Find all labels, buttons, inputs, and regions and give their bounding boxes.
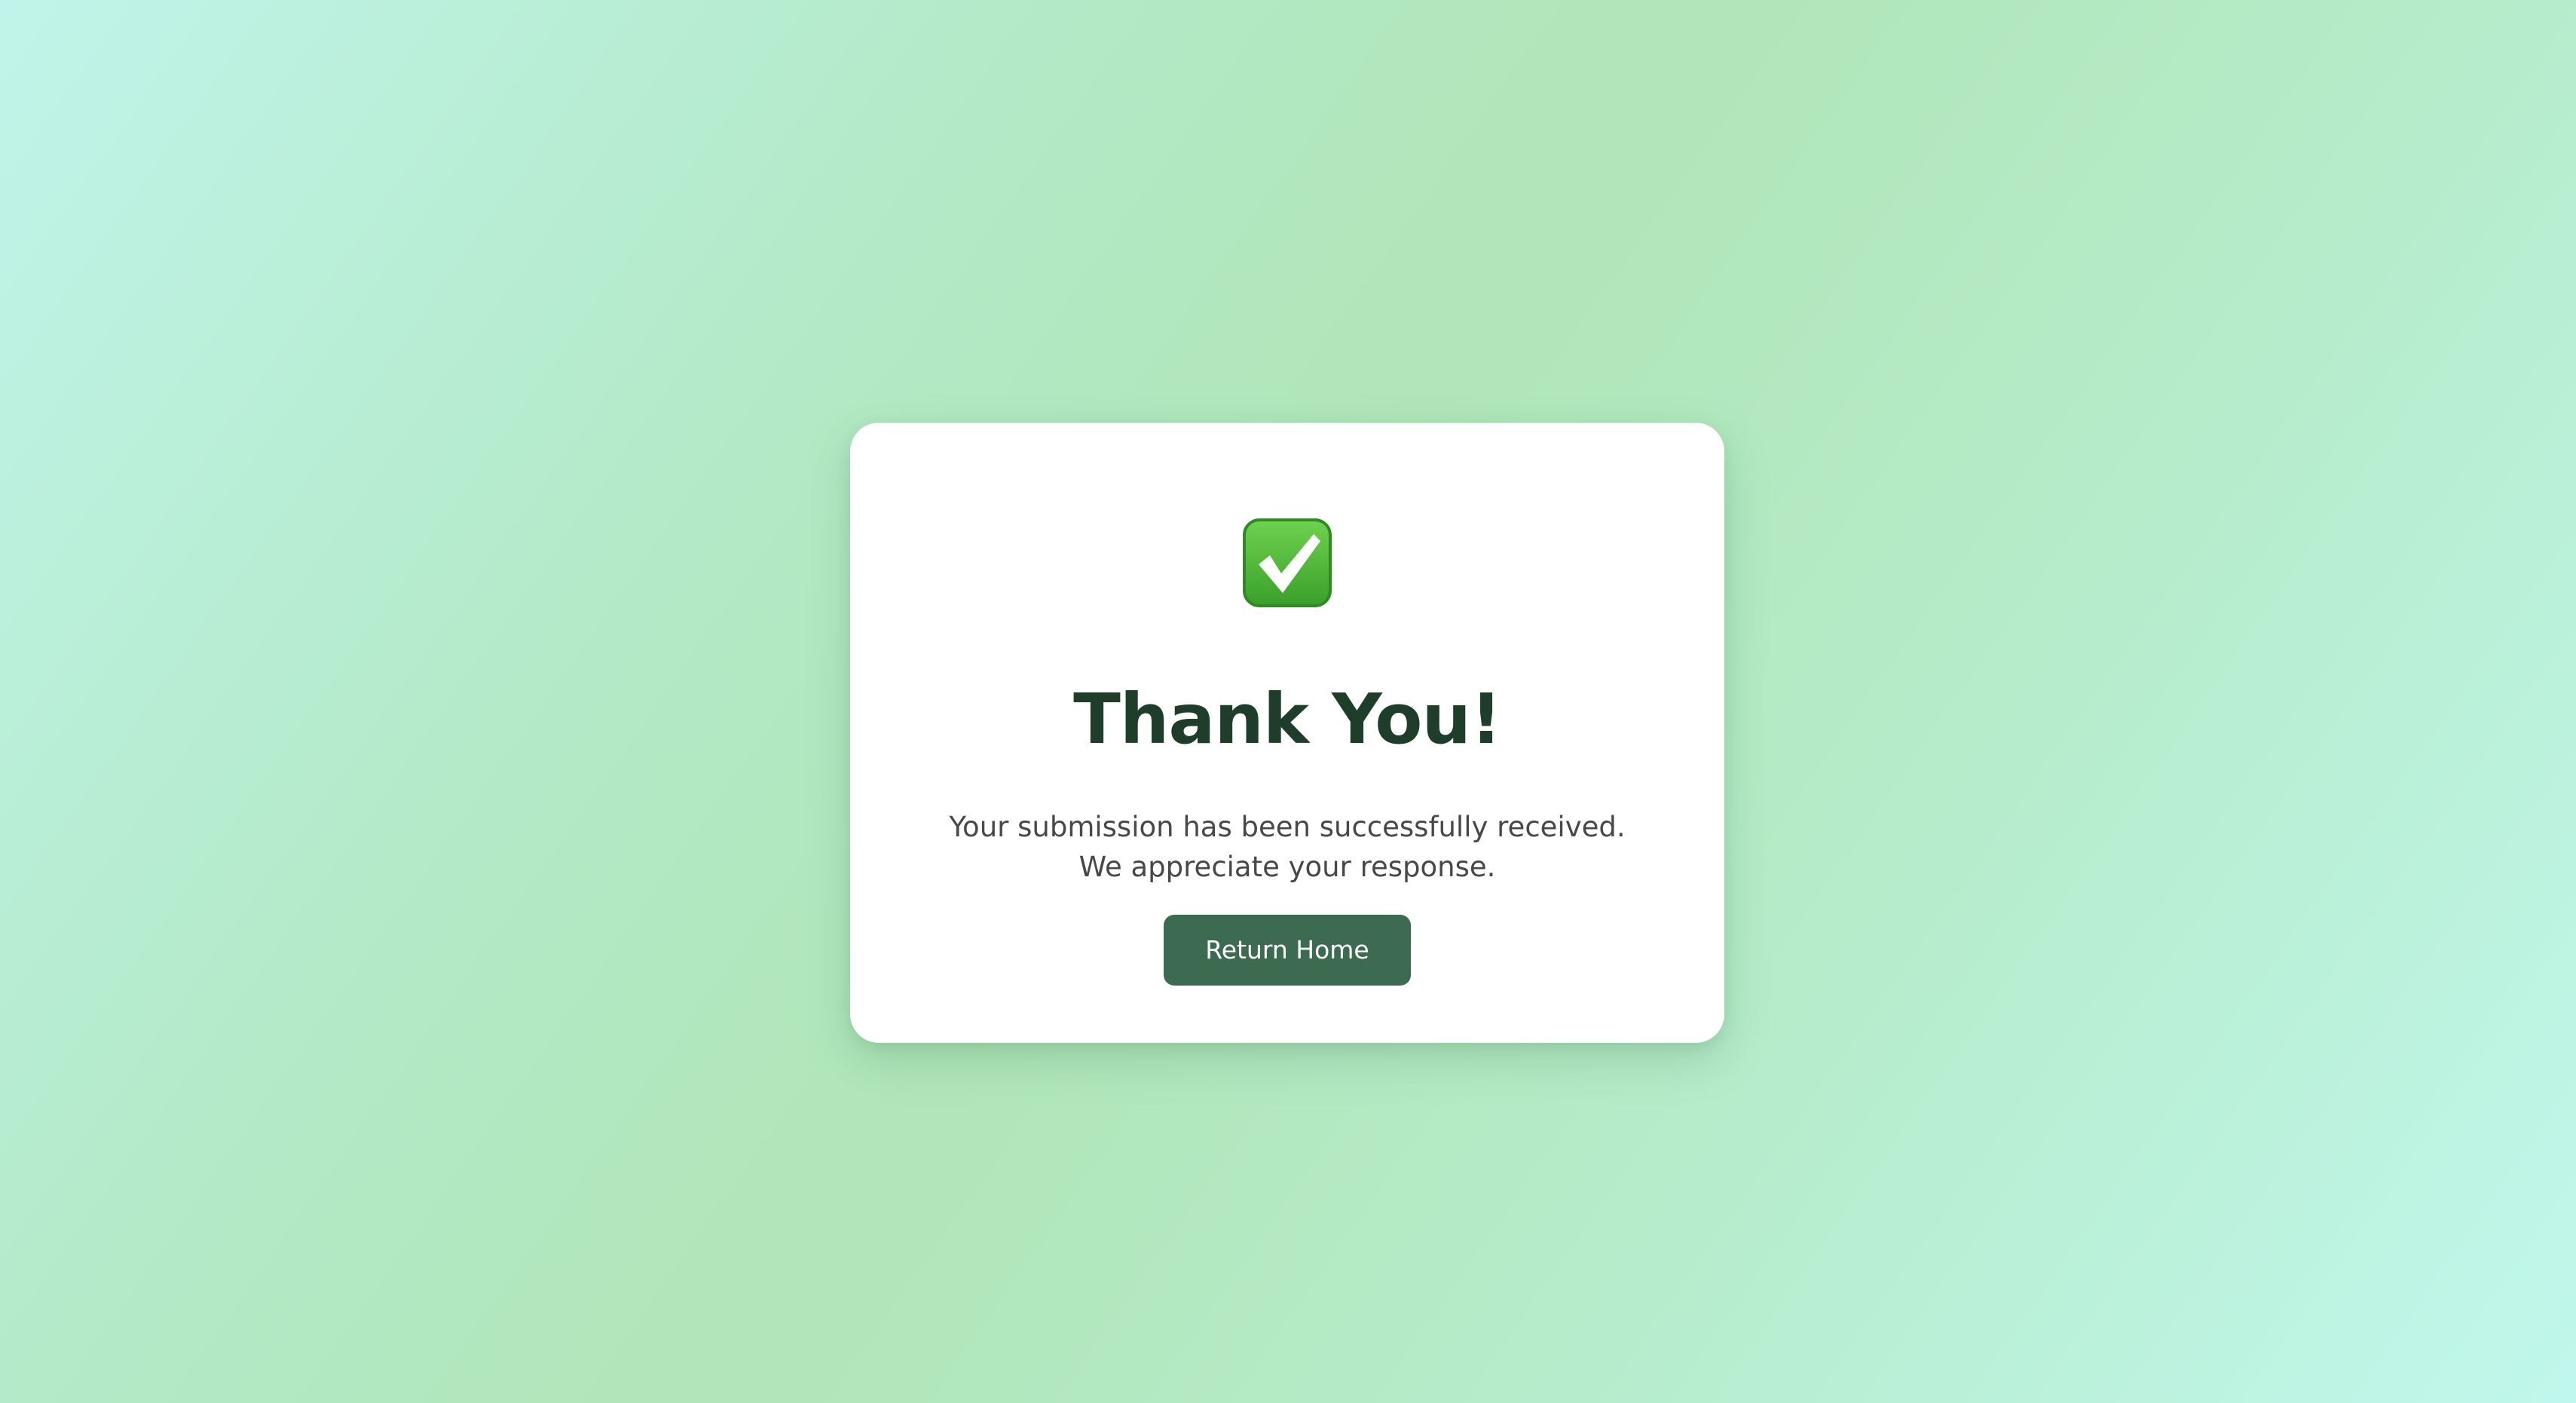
return-home-button[interactable]: Return Home [1164, 915, 1411, 986]
confirmation-card: Thank You! Your submission has been succ… [850, 423, 1724, 1043]
page-title: Thank You! [1073, 679, 1502, 760]
confirmation-message: Your submission has been successfully re… [949, 811, 1626, 883]
check-mark-button-icon [1243, 518, 1332, 607]
